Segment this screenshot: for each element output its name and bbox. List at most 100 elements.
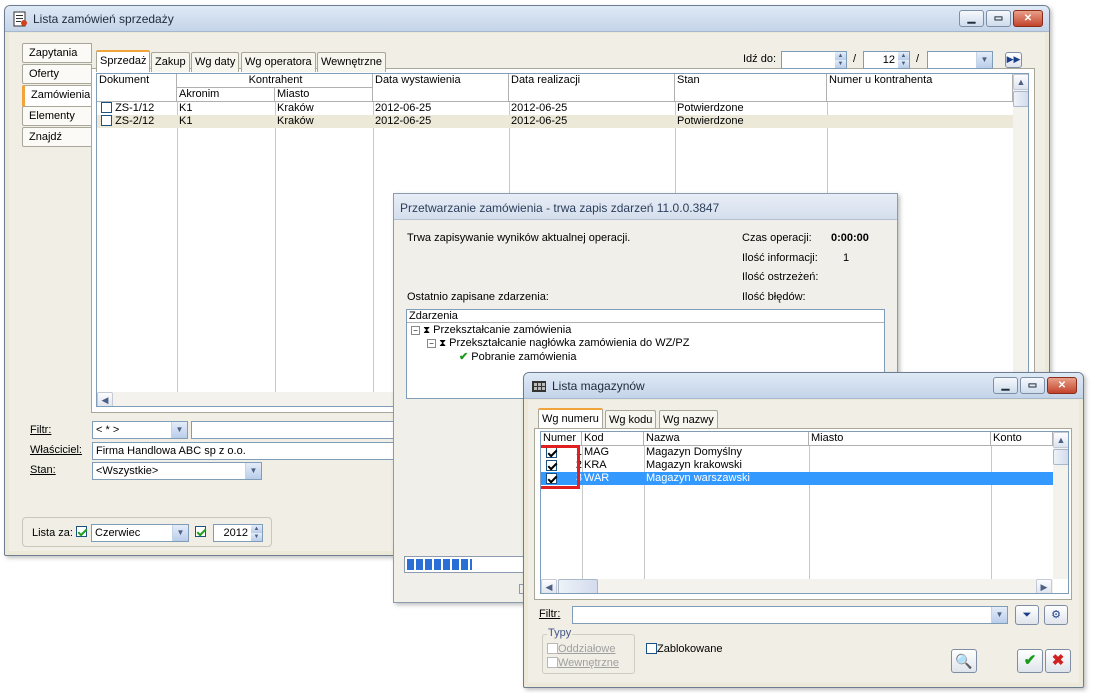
filter-button[interactable]: ⏷ <box>1015 605 1039 625</box>
col-header-data-wystawienia[interactable]: Data wystawienia <box>373 74 509 102</box>
progress-titlebar[interactable]: Przetwarzanie zamówienia - trwa zapis zd… <box>394 194 897 220</box>
close-button[interactable]: ✕ <box>1013 10 1043 27</box>
scroll-thumb[interactable] <box>558 579 598 593</box>
tree-item[interactable]: ✔ Pobranie zamówienia <box>459 350 576 363</box>
vertical-scrollbar[interactable]: ▲ <box>1013 74 1028 392</box>
tree-item-label: Przekształcanie zamówienia <box>433 324 572 336</box>
tree-item[interactable]: − ⧗ Przekształcanie zamówienia <box>411 324 571 336</box>
row-checkbox[interactable] <box>101 102 112 113</box>
table-row[interactable]: ZS-1/12 K1 Kraków 2012-06-25 2012-06-25 … <box>97 102 1013 115</box>
checkbox-label: Wewnętrzne <box>558 657 619 669</box>
cell-miasto: Kraków <box>277 115 314 127</box>
ok-button[interactable]: ✔ <box>1017 649 1043 673</box>
scroll-right-icon[interactable]: ▶ <box>1036 579 1052 593</box>
vtab-elementy[interactable]: Elementy <box>22 106 92 126</box>
spin-up-icon[interactable]: ▲ <box>251 525 262 533</box>
filtr-select[interactable]: ▼ <box>572 606 1008 624</box>
checkmark-icon: ✔ <box>459 351 469 363</box>
horizontal-scrollbar[interactable]: ◀ ▶ <box>541 579 1053 593</box>
tab-wg-numeru[interactable]: Wg numeru <box>538 408 603 430</box>
row-checkbox[interactable] <box>101 115 112 126</box>
filtr-text-input[interactable] <box>191 421 401 439</box>
oddzialowe-checkbox[interactable]: Oddziałowe <box>547 643 615 655</box>
table-row[interactable]: ZS-2/12 K1 Kraków 2012-06-25 2012-06-25 … <box>97 115 1013 128</box>
wlasciciel-field[interactable]: Firma Handlowa ABC sp z o.o. <box>92 442 401 460</box>
cell-data-wystawienia: 2012-06-25 <box>375 102 432 114</box>
close-button[interactable]: ✕ <box>1047 377 1077 394</box>
scroll-up-icon[interactable]: ▲ <box>1013 74 1028 90</box>
vtab-znajdz[interactable]: Znajdź <box>22 127 92 147</box>
tab-wg-kodu[interactable]: Wg kodu <box>605 410 657 430</box>
main-titlebar[interactable]: Lista zamówień sprzedaży ▁ ▭ ✕ <box>5 6 1049 32</box>
col-header-dokument[interactable]: Dokument <box>97 74 177 102</box>
tab-sprzedaz[interactable]: Sprzedaż <box>96 50 151 72</box>
goto-day-input[interactable]: ▲ ▼ <box>781 51 847 69</box>
month-checkbox[interactable] <box>76 526 87 537</box>
table-row-selected[interactable]: 3 WAR Magazyn warszawski <box>541 472 1053 485</box>
goto-separator: / <box>916 53 920 65</box>
table-row[interactable]: 2 KRA Magazyn krakowski <box>541 459 1053 472</box>
vtab-oferty[interactable]: Oferty <box>22 64 92 84</box>
tab-wg-daty[interactable]: Wg daty <box>191 52 240 72</box>
tab-wg-nazwy[interactable]: Wg nazwy <box>659 410 718 430</box>
spin-down-icon[interactable]: ▼ <box>898 60 909 68</box>
col-header-kontrahent[interactable]: Kontrahent <box>177 74 373 88</box>
col-header-data-realizacji[interactable]: Data realizacji <box>509 74 675 102</box>
col-header-miasto[interactable]: Miasto <box>275 88 373 102</box>
col-label: Akronim <box>179 88 220 100</box>
checkbox-box[interactable] <box>547 643 558 654</box>
col-label: Miasto <box>277 88 310 100</box>
warehouse-window-title: Lista magazynów <box>552 379 645 393</box>
vtab-zamowienia[interactable]: Zamówienia <box>22 85 92 107</box>
col-header-konto[interactable]: Konto <box>991 432 1053 446</box>
cell-akronim: K1 <box>179 102 193 114</box>
warehouse-titlebar[interactable]: Lista magazynów ▁ ▭ ✕ <box>524 373 1083 399</box>
col-header-stan[interactable]: Stan <box>675 74 827 102</box>
collapse-icon[interactable]: − <box>411 326 420 335</box>
search-button[interactable]: 🔍 <box>951 649 977 673</box>
month-select[interactable]: Czerwiec ▼ <box>91 524 189 542</box>
filtr-select[interactable]: < * > ▼ <box>92 421 188 439</box>
filter-settings-button[interactable]: ⚙ <box>1044 605 1068 625</box>
scroll-thumb[interactable] <box>1053 449 1068 465</box>
tab-zakup[interactable]: Zakup <box>151 52 190 72</box>
vertical-scrollbar[interactable]: ▲ <box>1053 432 1068 579</box>
maximize-button[interactable]: ▭ <box>1020 377 1045 394</box>
tab-wg-operatora[interactable]: Wg operatora <box>241 52 316 72</box>
col-header-nazwa[interactable]: Nazwa <box>644 432 809 446</box>
spin-down-icon[interactable]: ▼ <box>251 533 262 541</box>
minimize-button[interactable]: ▁ <box>993 377 1018 394</box>
chevron-down-icon: ▼ <box>976 52 992 68</box>
goto-year-select[interactable]: ▼ <box>927 51 993 69</box>
spin-up-icon[interactable]: ▲ <box>898 52 909 60</box>
collapse-icon[interactable]: − <box>427 339 436 348</box>
goto-button[interactable]: ▶▶ <box>1005 52 1022 68</box>
goto-month-input[interactable]: 12 ▲ ▼ <box>863 51 910 69</box>
minimize-button[interactable]: ▁ <box>959 10 984 27</box>
tab-wewnetrzne[interactable]: Wewnętrzne <box>317 52 386 72</box>
funnel-icon: ⏷ <box>1022 609 1032 621</box>
table-row[interactable]: 1 MAG Magazyn Domyślny <box>541 446 1053 459</box>
col-header-kod[interactable]: Kod <box>582 432 644 446</box>
col-header-akronim[interactable]: Akronim <box>177 88 275 102</box>
stan-select[interactable]: <Wszystkie> ▼ <box>92 462 262 480</box>
scroll-left-icon[interactable]: ◀ <box>541 579 557 593</box>
vtab-zapytania[interactable]: Zapytania <box>22 43 92 63</box>
maximize-button[interactable]: ▭ <box>986 10 1011 27</box>
spin-down-icon[interactable]: ▼ <box>835 60 846 68</box>
cancel-button[interactable]: ✖ <box>1045 649 1071 673</box>
tree-item[interactable]: − ⧗ Przekształcanie nagłówka zamówienia … <box>427 337 689 349</box>
scroll-thumb[interactable] <box>1013 91 1028 107</box>
col-header-numer[interactable]: Numer <box>541 432 582 446</box>
zablokowane-checkbox[interactable]: Zablokowane <box>646 643 722 655</box>
year-input[interactable]: 2012 ▲ ▼ <box>213 524 263 542</box>
checkbox-box[interactable] <box>646 643 657 654</box>
col-header-miasto[interactable]: Miasto <box>809 432 991 446</box>
spin-up-icon[interactable]: ▲ <box>835 52 846 60</box>
scroll-left-icon[interactable]: ◀ <box>97 392 113 406</box>
year-checkbox[interactable] <box>195 526 206 537</box>
wewnetrzne-checkbox[interactable]: Wewnętrzne <box>547 657 619 669</box>
scroll-up-icon[interactable]: ▲ <box>1053 432 1068 448</box>
col-header-numer-kontrahenta[interactable]: Numer u kontrahenta <box>827 74 1013 102</box>
checkbox-box[interactable] <box>547 657 558 668</box>
